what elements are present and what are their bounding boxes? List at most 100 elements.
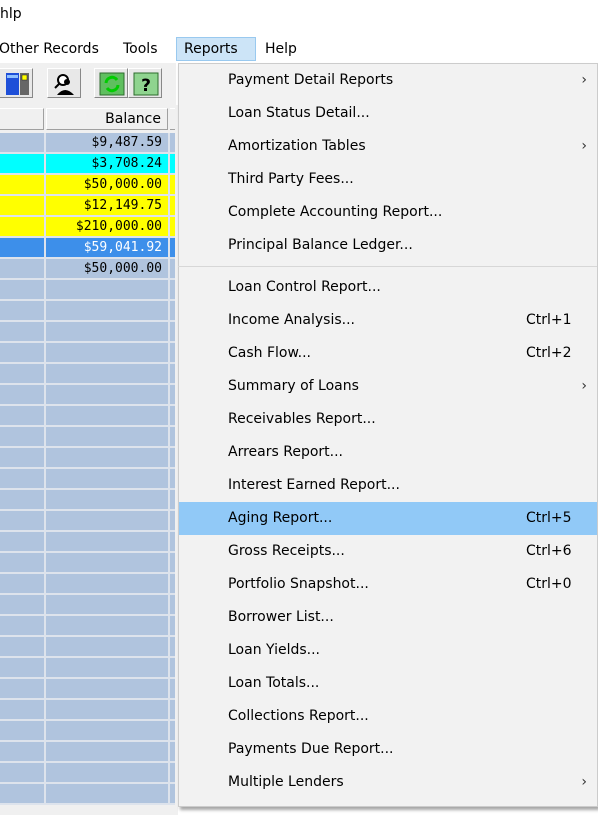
table-row[interactable]: [0, 763, 176, 784]
cell-left[interactable]: [0, 637, 44, 656]
cell-left[interactable]: [0, 700, 44, 719]
cell-balance[interactable]: [46, 595, 168, 614]
menu-item-loan-status-detail[interactable]: Loan Status Detail...: [179, 97, 597, 130]
menu-item-payments-due-report[interactable]: Payments Due Report...: [179, 733, 597, 766]
menu-item-payment-detail-reports[interactable]: Payment Detail Reports ›: [179, 64, 597, 97]
cell-balance[interactable]: [46, 658, 168, 677]
cell-left[interactable]: [0, 175, 44, 194]
table-row[interactable]: [0, 322, 176, 343]
column-header-balance[interactable]: Balance: [46, 108, 168, 130]
table-row[interactable]: [0, 301, 176, 322]
table-row[interactable]: $210,000.00: [0, 217, 176, 238]
menu-item-loan-control-report[interactable]: Loan Control Report...: [179, 271, 597, 304]
cell-balance[interactable]: [46, 448, 168, 467]
table-row[interactable]: $3,708.24: [0, 154, 176, 175]
table-row[interactable]: [0, 574, 176, 595]
menu-item-principal-balance-ledger[interactable]: Principal Balance Ledger...: [179, 229, 597, 262]
menu-item-interest-earned-report[interactable]: Interest Earned Report...: [179, 469, 597, 502]
table-row[interactable]: [0, 427, 176, 448]
cell-left[interactable]: [0, 595, 44, 614]
table-row[interactable]: [0, 385, 176, 406]
cell-balance[interactable]: [46, 700, 168, 719]
table-row[interactable]: [0, 406, 176, 427]
table-row[interactable]: [0, 532, 176, 553]
cell-balance[interactable]: [46, 574, 168, 593]
cell-left[interactable]: [0, 616, 44, 635]
cell-balance[interactable]: [46, 469, 168, 488]
cell-balance[interactable]: [46, 742, 168, 761]
cell-left[interactable]: [0, 280, 44, 299]
table-row[interactable]: $50,000.00: [0, 175, 176, 196]
help-button[interactable]: ?: [128, 68, 162, 98]
cell-balance[interactable]: [46, 364, 168, 383]
cell-balance[interactable]: [46, 637, 168, 656]
menu-other-records[interactable]: Other Records: [0, 37, 106, 61]
table-row[interactable]: [0, 511, 176, 532]
cell-balance[interactable]: [46, 616, 168, 635]
calculator-button[interactable]: [0, 68, 33, 98]
cell-left[interactable]: [0, 763, 44, 782]
cell-balance[interactable]: [46, 385, 168, 404]
refresh-button[interactable]: [94, 68, 128, 98]
cell-left[interactable]: [0, 259, 44, 278]
cell-balance[interactable]: $210,000.00: [46, 217, 168, 236]
cell-balance[interactable]: $50,000.00: [46, 259, 168, 278]
cell-balance[interactable]: $50,000.00: [46, 175, 168, 194]
menu-item-loan-yields[interactable]: Loan Yields...: [179, 634, 597, 667]
cell-balance[interactable]: [46, 553, 168, 572]
table-row[interactable]: [0, 721, 176, 742]
menu-item-loan-totals[interactable]: Loan Totals...: [179, 667, 597, 700]
menu-item-receivables-report[interactable]: Receivables Report...: [179, 403, 597, 436]
table-row[interactable]: [0, 742, 176, 763]
cell-left[interactable]: [0, 679, 44, 698]
cell-left[interactable]: [0, 448, 44, 467]
cell-left[interactable]: [0, 301, 44, 320]
table-row[interactable]: $9,487.59: [0, 133, 176, 154]
table-row[interactable]: [0, 700, 176, 721]
cell-balance[interactable]: [46, 322, 168, 341]
menu-item-collections-report[interactable]: Collections Report...: [179, 700, 597, 733]
cell-balance[interactable]: $12,149.75: [46, 196, 168, 215]
cell-left[interactable]: [0, 427, 44, 446]
cell-balance[interactable]: [46, 280, 168, 299]
menu-item-portfolio-snapshot[interactable]: Portfolio Snapshot... Ctrl+0: [179, 568, 597, 601]
cell-left[interactable]: [0, 196, 44, 215]
cell-balance[interactable]: $3,708.24: [46, 154, 168, 173]
menu-help[interactable]: Help: [258, 37, 304, 61]
cell-left[interactable]: [0, 322, 44, 341]
search-borrower-button[interactable]: [47, 68, 81, 98]
menu-tools[interactable]: Tools: [116, 37, 165, 61]
cell-balance[interactable]: [46, 532, 168, 551]
cell-left[interactable]: [0, 574, 44, 593]
menu-item-complete-accounting-report[interactable]: Complete Accounting Report...: [179, 196, 597, 229]
table-row[interactable]: [0, 448, 176, 469]
cell-left[interactable]: [0, 406, 44, 425]
cell-left[interactable]: [0, 658, 44, 677]
cell-balance[interactable]: [46, 763, 168, 782]
cell-left[interactable]: [0, 553, 44, 572]
menu-item-gross-receipts[interactable]: Gross Receipts... Ctrl+6: [179, 535, 597, 568]
cell-balance[interactable]: [46, 427, 168, 446]
menu-item-cash-flow[interactable]: Cash Flow... Ctrl+2: [179, 337, 597, 370]
cell-balance[interactable]: [46, 784, 168, 803]
cell-left[interactable]: [0, 721, 44, 740]
cell-left[interactable]: [0, 154, 44, 173]
cell-balance[interactable]: [46, 406, 168, 425]
table-row[interactable]: [0, 490, 176, 511]
cell-left[interactable]: [0, 133, 44, 152]
column-header-left[interactable]: [0, 108, 44, 130]
table-row[interactable]: [0, 553, 176, 574]
cell-left[interactable]: [0, 784, 44, 803]
cell-balance[interactable]: [46, 721, 168, 740]
cell-left[interactable]: [0, 343, 44, 362]
cell-left[interactable]: [0, 532, 44, 551]
cell-left[interactable]: [0, 217, 44, 236]
cell-left[interactable]: [0, 742, 44, 761]
table-row[interactable]: [0, 658, 176, 679]
menu-item-aging-report[interactable]: Aging Report... Ctrl+5: [179, 502, 597, 535]
cell-balance[interactable]: [46, 343, 168, 362]
table-row[interactable]: $12,149.75: [0, 196, 176, 217]
table-row[interactable]: [0, 469, 176, 490]
table-row[interactable]: [0, 616, 176, 637]
table-row[interactable]: [0, 784, 176, 805]
